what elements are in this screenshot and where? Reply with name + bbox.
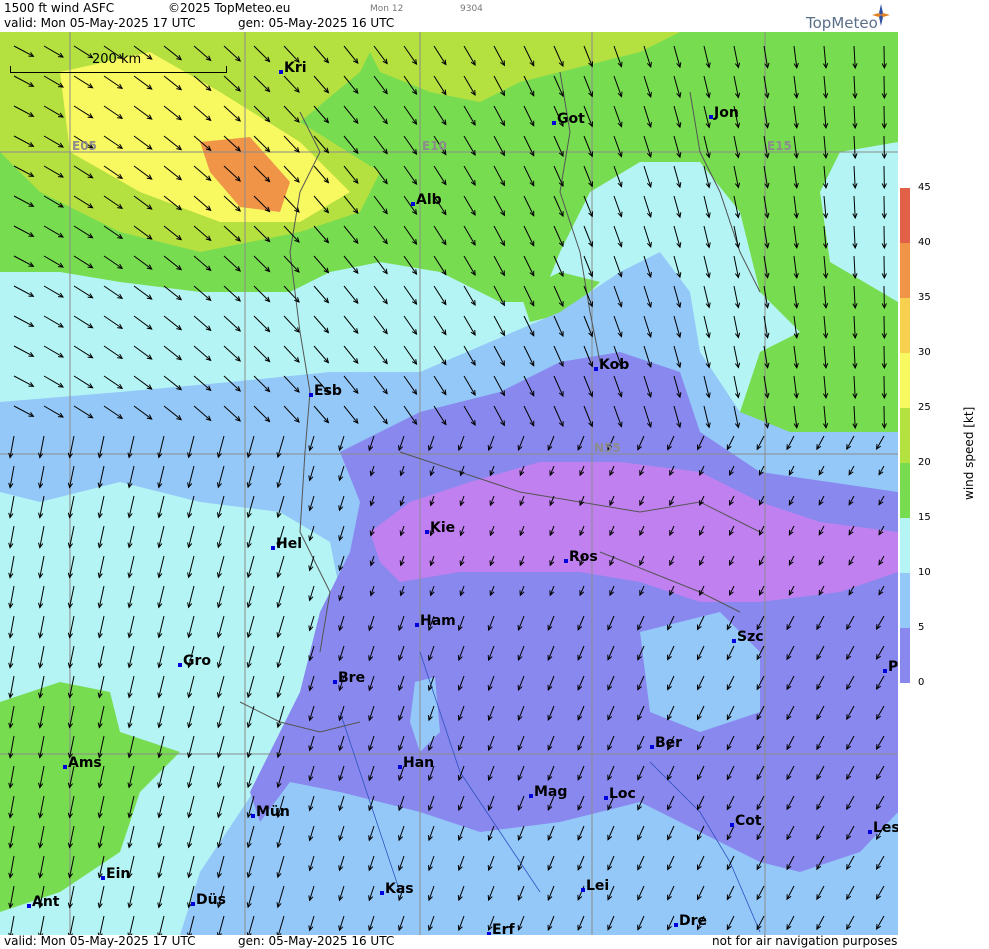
city-label: Loc bbox=[604, 786, 636, 802]
copyright: ©2025 TopMeteo.eu bbox=[168, 1, 291, 15]
city-label: Cot bbox=[730, 813, 762, 829]
generated-time: gen: 05-May-2025 16 UTC bbox=[238, 16, 395, 30]
legend-tick-label: 20 bbox=[918, 457, 931, 468]
city-label: Jon bbox=[709, 105, 739, 121]
wind-field bbox=[0, 32, 898, 935]
legend-tick-label: 25 bbox=[918, 402, 931, 413]
wind-map[interactable]: Kri Got Jon Alb Esb Kob Kie Hel Ros Ham … bbox=[0, 32, 898, 935]
city-label: Alb bbox=[411, 192, 442, 208]
scale-bar bbox=[10, 66, 227, 73]
legend-swatch bbox=[900, 518, 910, 573]
city-label: Dre bbox=[674, 913, 707, 929]
legend-title: wind speed [kt] bbox=[962, 406, 976, 500]
city-label: Mag bbox=[529, 784, 567, 800]
run-code: 9304 bbox=[460, 4, 483, 14]
city-label: Hel bbox=[271, 536, 302, 552]
city-label: Erf bbox=[487, 922, 515, 935]
grid-label: E15 bbox=[767, 139, 792, 153]
grid-label: E10 bbox=[422, 139, 447, 153]
city-label: P bbox=[883, 659, 898, 675]
legend-swatch bbox=[900, 628, 910, 683]
legend-tick-label: 10 bbox=[918, 567, 931, 578]
city-label: Ham bbox=[415, 613, 456, 629]
legend-swatch bbox=[900, 353, 910, 408]
grid-label: N55 bbox=[594, 441, 621, 455]
legend-tick-label: 0 bbox=[918, 677, 925, 688]
city-label: Ams bbox=[63, 755, 102, 771]
footer-valid-time: valid: Mon 05-May-2025 17 UTC bbox=[4, 934, 196, 948]
city-label: Ros bbox=[564, 549, 598, 565]
city-label: Bre bbox=[333, 670, 365, 686]
city-label: Got bbox=[552, 111, 585, 127]
city-label: Ber bbox=[650, 735, 682, 751]
valid-time: valid: Mon 05-May-2025 17 UTC bbox=[4, 16, 196, 30]
legend-tick-label: 35 bbox=[918, 292, 931, 303]
legend-tick-label: 40 bbox=[918, 237, 931, 248]
city-label: Kob bbox=[594, 357, 629, 373]
legend-tick-label: 5 bbox=[918, 622, 925, 633]
city-label: Gro bbox=[178, 653, 211, 669]
legend-swatch bbox=[900, 188, 910, 243]
legend-swatch bbox=[900, 298, 910, 353]
city-label: Düs bbox=[191, 892, 226, 908]
grid-label: E05 bbox=[72, 139, 97, 153]
city-label: Szc bbox=[732, 629, 764, 645]
legend-swatch bbox=[900, 408, 910, 463]
footer-generated-time: gen: 05-May-2025 16 UTC bbox=[238, 934, 395, 948]
city-label: Mün bbox=[251, 804, 290, 820]
city-label: Ein bbox=[101, 866, 130, 882]
city-label: Kie bbox=[425, 520, 455, 536]
legend-tick-label: 15 bbox=[918, 512, 931, 523]
city-label: Esb bbox=[309, 383, 342, 399]
legend-swatch bbox=[900, 463, 910, 518]
compass-logo-icon bbox=[872, 4, 890, 26]
city-label: Kri bbox=[279, 60, 307, 76]
city-label: Kas bbox=[380, 881, 414, 897]
city-label: Ant bbox=[27, 894, 60, 910]
city-label: Lei bbox=[581, 878, 609, 894]
brand-logo: TopMeteo bbox=[806, 14, 878, 32]
legend-tick-label: 30 bbox=[918, 347, 931, 358]
legend-swatch bbox=[900, 573, 910, 628]
legend-tick-label: 45 bbox=[918, 182, 931, 193]
scale-label: 200 km bbox=[92, 52, 142, 67]
city-label: Han bbox=[398, 755, 434, 771]
model-tag: Mon 12 bbox=[370, 4, 404, 14]
legend-swatch bbox=[900, 243, 910, 298]
wind-speed-legend bbox=[900, 188, 910, 683]
disclaimer: not for air navigation purposes bbox=[712, 934, 898, 948]
city-label: Les bbox=[868, 820, 898, 836]
map-title: 1500 ft wind ASFC bbox=[4, 1, 115, 15]
